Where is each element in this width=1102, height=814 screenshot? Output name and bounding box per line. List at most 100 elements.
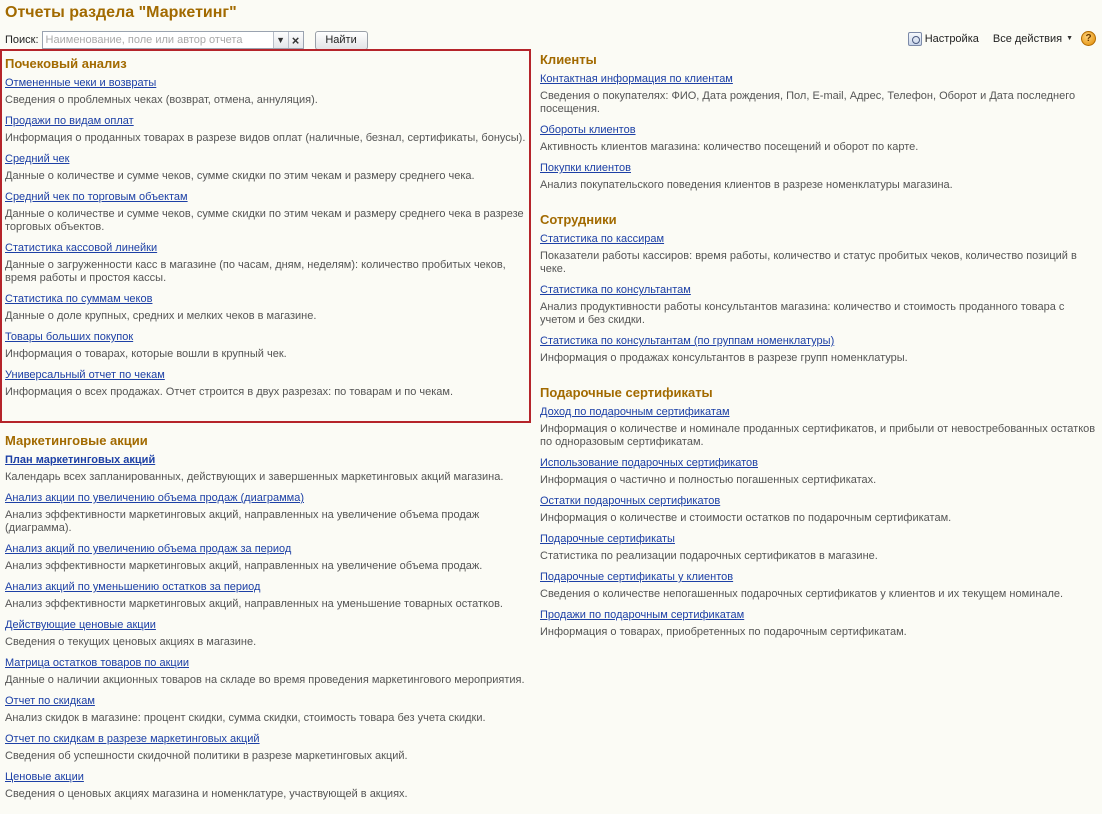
report-group: Подарочные сертификаты Доход по подарочны…: [539, 385, 1099, 639]
group-title: Клиенты: [540, 52, 597, 67]
report-item: Статистика по кассирам Показатели работы …: [540, 232, 1099, 276]
report-description: Сведения о проблемных чеках (возврат, от…: [5, 94, 318, 106]
report-description: Показатели работы кассиров: время работы…: [540, 250, 1077, 275]
report-description: Данные о количестве и сумме чеков, сумме…: [5, 208, 524, 233]
report-description: Анализ покупательского поведения клиенто…: [540, 179, 953, 191]
report-description: Информация о товарах, которые вошли в кр…: [5, 348, 287, 360]
report-link[interactable]: Отчет по скидкам в разрезе маркетинговых…: [5, 732, 531, 746]
report-link[interactable]: Анализ акций по уменьшению остатков за п…: [5, 580, 531, 594]
report-description: Анализ эффективности маркетинговых акций…: [5, 509, 480, 534]
report-link[interactable]: Доход по подарочным сертификатам: [540, 405, 1099, 419]
report-item: Универсальный отчет по чекам Информация о…: [5, 368, 529, 399]
report-description: Анализ эффективности маркетинговых акций…: [5, 598, 503, 610]
report-item: Товары больших покупок Информация о товар…: [5, 330, 529, 361]
report-link[interactable]: Статистика кассовой линейки: [5, 241, 529, 255]
report-item: Продажи по подарочным сертификатам Информ…: [540, 608, 1099, 639]
report-link[interactable]: План маркетинговых акций: [5, 453, 531, 467]
report-description: Данные о доле крупных, средних и мелких …: [5, 310, 317, 322]
report-group: Маркетинговые акции План маркетинговых ак…: [0, 433, 531, 801]
report-description: Статистика по реализации подарочных серт…: [540, 550, 878, 562]
report-description: Информация о проданных товарах в разрезе…: [5, 132, 526, 144]
group-title: Подарочные сертификаты: [540, 385, 713, 400]
report-link[interactable]: Средний чек: [5, 152, 529, 166]
report-item: Анализ акций по уменьшению остатков за п…: [5, 580, 531, 611]
report-link[interactable]: Контактная информация по клиентам: [540, 72, 1099, 86]
report-item: План маркетинговых акций Календарь всех з…: [5, 453, 531, 484]
report-link[interactable]: Подарочные сертификаты: [540, 532, 1099, 546]
chevron-down-icon[interactable]: ▼: [272, 32, 288, 48]
report-link[interactable]: Статистика по консультантам: [540, 283, 1099, 297]
settings-icon[interactable]: [907, 31, 922, 46]
search-input[interactable]: [42, 32, 273, 48]
report-group: Клиенты Контактная информация по клиентам…: [539, 52, 1099, 192]
report-item: Матрица остатков товаров по акции Данные …: [5, 656, 531, 687]
report-link[interactable]: Использование подарочных сертификатов: [540, 456, 1099, 470]
report-link[interactable]: Средний чек по торговым объектам: [5, 190, 529, 204]
report-link[interactable]: Анализ акций по увеличению объема продаж…: [5, 542, 531, 556]
report-item: Статистика по консультантам (по группам …: [540, 334, 1099, 365]
all-actions-menu[interactable]: Все действия ▼: [993, 33, 1073, 45]
report-item: Средний чек по торговым объектам Данные о…: [5, 190, 529, 234]
search-label: Поиск:: [5, 34, 39, 46]
report-item: Статистика по консультантам Анализ продук…: [540, 283, 1099, 327]
report-item: Подарочные сертификаты Статистика по реал…: [540, 532, 1099, 563]
group-title: Сотрудники: [540, 212, 617, 227]
report-item: Ценовые акции Сведения о ценовых акциях м…: [5, 770, 531, 801]
report-description: Информация о частично и полностью погаше…: [540, 474, 877, 486]
report-item: Использование подарочных сертификатов Инф…: [540, 456, 1099, 487]
report-item: Покупки клиентов Анализ покупательского п…: [540, 161, 1099, 192]
report-link[interactable]: Статистика по суммам чеков: [5, 292, 529, 306]
report-link[interactable]: Обороты клиентов: [540, 123, 1099, 137]
report-link[interactable]: Универсальный отчет по чекам: [5, 368, 529, 382]
report-item: Статистика по суммам чеков Данные о доле …: [5, 292, 529, 323]
left-column: Почековый анализ Отмененные чеки и возвра…: [0, 49, 531, 808]
all-actions-label: Все действия: [992, 32, 1063, 45]
report-link[interactable]: Остатки подарочных сертификатов: [540, 494, 1099, 508]
report-item: Анализ акции по увеличению объема продаж…: [5, 491, 531, 535]
report-group: Почековый анализ Отмененные чеки и возвра…: [0, 49, 531, 423]
report-link[interactable]: Статистика по кассирам: [540, 232, 1099, 246]
caret-down-icon: ▼: [1066, 35, 1073, 42]
report-link[interactable]: Товары больших покупок: [5, 330, 529, 344]
search-field: ▼ ×: [41, 31, 304, 49]
report-link[interactable]: Продажи по подарочным сертификатам: [540, 608, 1099, 622]
toolbar-right: Настройка Все действия ▼ ?: [907, 31, 1096, 46]
report-description: Данные о загруженности касс в магазине (…: [5, 259, 506, 284]
report-link[interactable]: Матрица остатков товаров по акции: [5, 656, 531, 670]
report-link[interactable]: Действующие ценовые акции: [5, 618, 531, 632]
report-link[interactable]: Отмененные чеки и возвраты: [5, 76, 529, 90]
report-description: Информация о продажах консультантов в ра…: [540, 352, 908, 364]
report-link[interactable]: Анализ акции по увеличению объема продаж…: [5, 491, 531, 505]
close-icon[interactable]: ×: [287, 32, 303, 48]
report-description: Информация о товарах, приобретенных по п…: [540, 626, 907, 638]
settings-link[interactable]: Настройка: [925, 33, 979, 45]
report-link[interactable]: Статистика по консультантам (по группам …: [540, 334, 1099, 348]
report-description: Данные о наличии акционных товаров на ск…: [5, 674, 525, 686]
report-link[interactable]: Подарочные сертификаты у клиентов: [540, 570, 1099, 584]
report-description: Сведения о текущих ценовых акциях в мага…: [5, 636, 257, 648]
report-description: Анализ эффективности маркетинговых акций…: [5, 560, 483, 572]
report-link[interactable]: Отчет по скидкам: [5, 694, 531, 708]
report-item: Анализ акций по увеличению объема продаж…: [5, 542, 531, 573]
find-button[interactable]: Найти: [314, 30, 368, 50]
help-icon[interactable]: ?: [1081, 31, 1096, 46]
report-description: Информация о количестве и стоимости оста…: [540, 512, 952, 524]
report-description: Сведения о покупателях: ФИО, Дата рожден…: [540, 90, 1076, 115]
report-item: Средний чек Данные о количестве и сумме ч…: [5, 152, 529, 183]
report-description: Данные о количестве и сумме чеков, сумме…: [5, 170, 475, 182]
report-description: Сведения о ценовых акциях магазина и ном…: [5, 788, 408, 800]
report-description: Информация о всех продажах. Отчет строит…: [5, 386, 454, 398]
report-item: Обороты клиентов Активность клиентов мага…: [540, 123, 1099, 154]
report-description: Календарь всех запланированных, действую…: [5, 471, 504, 483]
report-item: Подарочные сертификаты у клиентов Сведени…: [540, 570, 1099, 601]
report-description: Сведения о количестве непогашенных подар…: [540, 588, 1064, 600]
page-title: Отчеты раздела "Маркетинг": [5, 4, 237, 21]
report-link[interactable]: Ценовые акции: [5, 770, 531, 784]
report-item: Действующие ценовые акции Сведения о теку…: [5, 618, 531, 649]
search-bar: Поиск: ▼ × Найти: [5, 30, 368, 50]
report-item: Статистика кассовой линейки Данные о загр…: [5, 241, 529, 285]
report-link[interactable]: Покупки клиентов: [540, 161, 1099, 175]
report-link[interactable]: Продажи по видам оплат: [5, 114, 529, 128]
report-description: Анализ продуктивности работы консультант…: [540, 301, 1065, 326]
report-item: Остатки подарочных сертификатов Информаци…: [540, 494, 1099, 525]
